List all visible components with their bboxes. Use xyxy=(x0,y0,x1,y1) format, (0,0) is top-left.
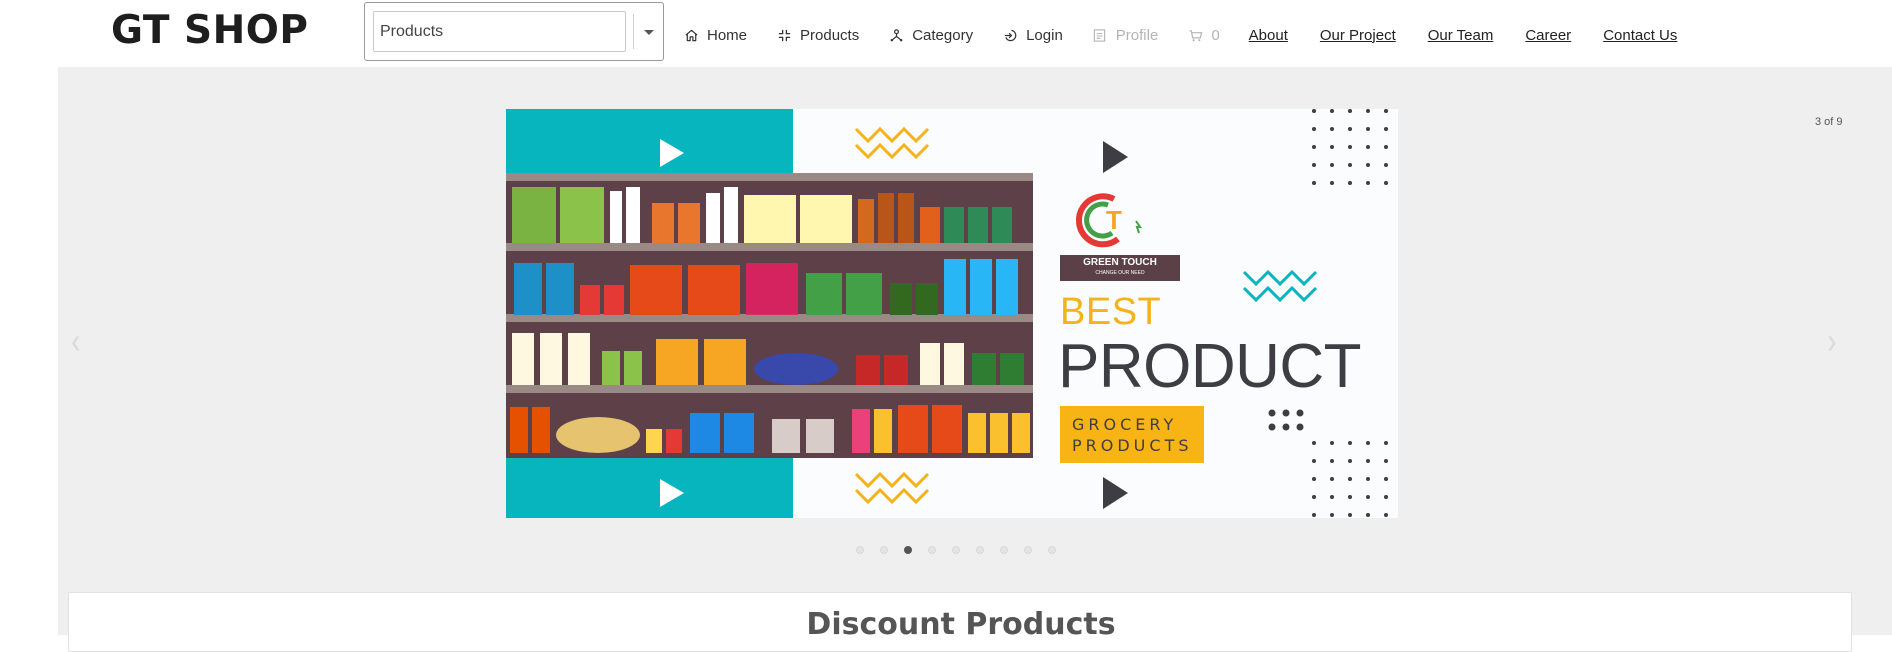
carousel-dot-4[interactable] xyxy=(928,546,936,554)
carousel-slide-banner[interactable]: T GREEN TOUCH CHANGE OUR NEED BEST PRODU… xyxy=(506,109,1398,518)
link-career[interactable]: Career xyxy=(1525,27,1571,44)
nav-category-label: Category xyxy=(912,26,974,44)
carousel-prev-icon[interactable]: ❮ xyxy=(70,334,82,351)
discount-products-card: Discount Products xyxy=(68,592,1852,652)
nav-login-label: Login xyxy=(1026,26,1063,44)
banner-headline-product: PRODUCT xyxy=(1058,332,1362,401)
carousel-next-icon[interactable]: ❯ xyxy=(1826,334,1838,351)
carousel-dot-2[interactable] xyxy=(880,546,888,554)
logo-name: GREEN TOUCH CHANGE OUR NEED xyxy=(1083,257,1157,277)
carousel-dot-7[interactable] xyxy=(1000,546,1008,554)
chevron-down-icon[interactable] xyxy=(644,30,654,35)
nav-category[interactable]: Category xyxy=(888,27,973,44)
main-nav: Home Products Category Login Profile 0 A… xyxy=(683,24,1709,46)
grocery-badge-text: GROCERY PRODUCTS xyxy=(1072,415,1193,455)
link-contact-us[interactable]: Contact Us xyxy=(1603,27,1677,44)
search-category-select[interactable]: Products xyxy=(364,2,664,61)
sitemap-icon xyxy=(888,27,904,43)
nav-products-label: Products xyxy=(800,26,860,44)
banner-headline-best: BEST xyxy=(1060,291,1162,333)
link-our-project[interactable]: Our Project xyxy=(1320,27,1396,44)
cart-icon xyxy=(1187,27,1203,43)
nav-products[interactable]: Products xyxy=(776,27,859,44)
profile-card-icon xyxy=(1092,27,1108,43)
carousel-dot-8[interactable] xyxy=(1024,546,1032,554)
compress-icon xyxy=(776,27,792,43)
nav-cart[interactable]: 0 xyxy=(1187,26,1220,44)
nav-home-label: Home xyxy=(707,26,748,44)
nav-home[interactable]: Home xyxy=(683,27,747,44)
search-select-value[interactable]: Products xyxy=(373,11,626,52)
nav-profile[interactable]: Profile xyxy=(1092,26,1159,44)
nav-profile-label: Profile xyxy=(1115,26,1159,44)
link-about[interactable]: About xyxy=(1249,27,1288,44)
top-header: GT SHOP Products Home Products Category xyxy=(0,0,1892,66)
carousel-dot-6[interactable] xyxy=(976,546,984,554)
link-our-team[interactable]: Our Team xyxy=(1428,27,1494,44)
carousel-indicators xyxy=(856,546,1072,554)
svg-text:T: T xyxy=(1106,205,1122,235)
select-divider xyxy=(633,14,634,49)
home-icon xyxy=(683,27,699,43)
nav-login[interactable]: Login xyxy=(1002,27,1063,44)
login-icon xyxy=(1002,27,1018,43)
section-title: Discount Products xyxy=(806,607,1116,642)
cart-count: 0 xyxy=(1211,26,1220,44)
carousel-dot-1[interactable] xyxy=(856,546,864,554)
brand-logo-text[interactable]: GT SHOP xyxy=(111,8,308,53)
carousel-dot-9[interactable] xyxy=(1048,546,1056,554)
carousel-dot-5[interactable] xyxy=(952,546,960,554)
grocery-shelves-illustration xyxy=(506,173,1033,458)
carousel-dot-3[interactable] xyxy=(904,546,912,554)
slide-counter: 3 of 9 xyxy=(1815,116,1843,128)
green-touch-logo-icon: T xyxy=(1076,193,1142,248)
